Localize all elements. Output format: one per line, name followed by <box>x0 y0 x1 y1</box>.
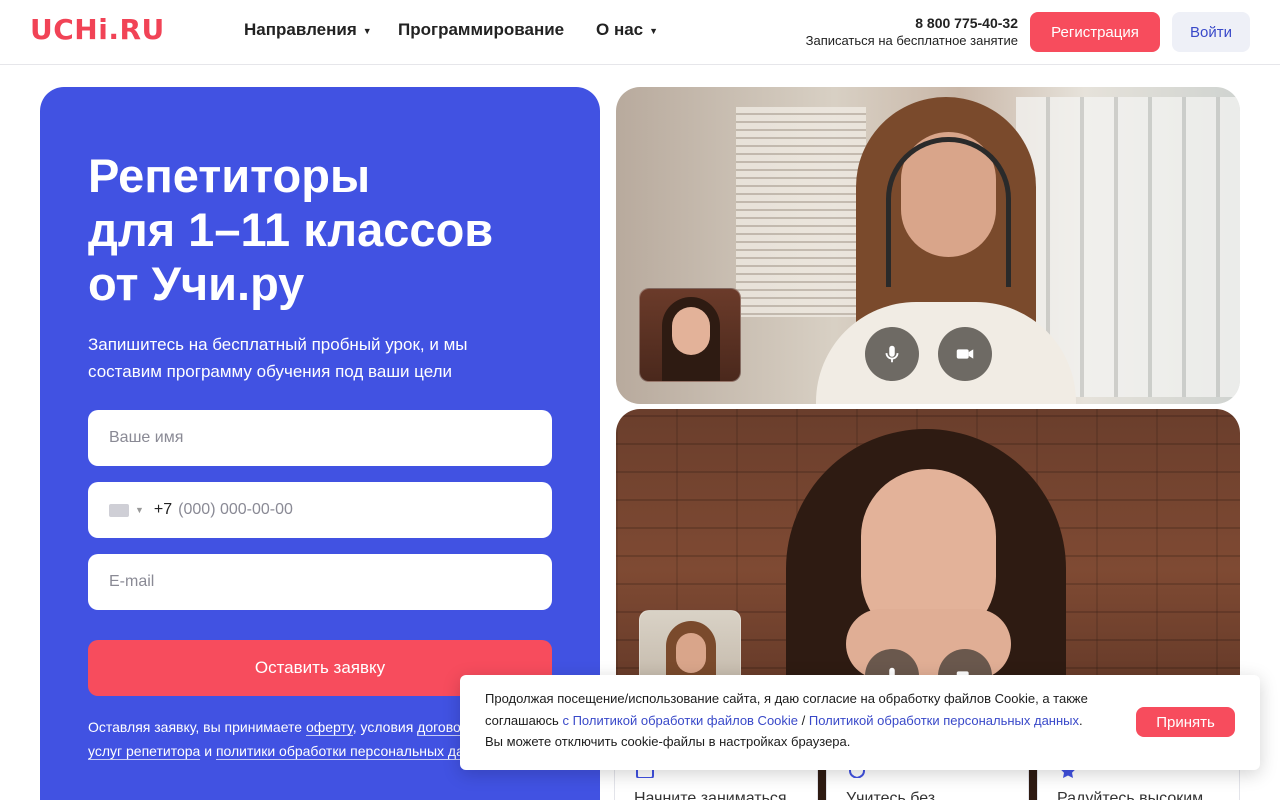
legal-text: Оставляя заявку, вы принимаете <box>88 719 306 735</box>
email-placeholder: E-mail <box>109 573 155 590</box>
cookie-banner: Продолжая посещение/использование сайта,… <box>460 675 1260 770</box>
legal-text: и <box>200 743 216 759</box>
legal-text: , условия <box>352 719 418 735</box>
phone-field[interactable]: ▼ +7 (000) 000-00-00 <box>88 482 552 538</box>
cookie-text-part: Вы можете отключить cookie-файлы в настр… <box>485 734 851 749</box>
nav-item-label: Направления <box>244 20 357 39</box>
cookie-policy-link[interactable]: с Политикой обработки файлов Cookie <box>562 713 798 728</box>
privacy-policy-link[interactable]: политики обработки персональных данных <box>215 743 497 760</box>
caret-down-icon: ▼ <box>362 26 372 36</box>
microphone-icon[interactable] <box>865 327 919 381</box>
phone-prefix: +7 <box>153 501 173 518</box>
site-header: UCHi.RU Направления ▼ Программирование О… <box>0 0 1280 65</box>
cookie-text: Продолжая посещение/использование сайта,… <box>485 688 1105 753</box>
personal-data-policy-link[interactable]: Политикой обработки персональных данных <box>809 713 1079 728</box>
accept-cookies-button[interactable]: Принять <box>1136 707 1235 737</box>
nav-item-directions[interactable]: Направления ▼ <box>244 20 372 40</box>
tutor-video-photo <box>616 87 1240 404</box>
login-button[interactable]: Войти <box>1172 12 1250 52</box>
name-placeholder: Ваше имя <box>109 429 184 446</box>
name-field[interactable]: Ваше имя <box>88 410 552 466</box>
cookie-separator: / <box>798 712 809 728</box>
register-button[interactable]: Регистрация <box>1030 12 1160 52</box>
hero-title-line: от Учи.ру <box>88 257 305 310</box>
phone-caption: Записаться на бесплатное занятие <box>805 33 1018 48</box>
caret-down-icon: ▼ <box>649 26 659 36</box>
phone-number[interactable]: 8 800 775-40-32 <box>806 15 1018 31</box>
country-flag-icon[interactable] <box>109 503 129 517</box>
cookie-text-part: . <box>1079 712 1083 728</box>
caret-down-icon[interactable]: ▼ <box>135 505 144 515</box>
offer-link[interactable]: оферту <box>305 719 353 736</box>
email-field[interactable]: E-mail <box>88 554 552 610</box>
feature-label: Учитесь без <box>846 790 936 800</box>
hero-title-line: Репетиторы <box>88 149 371 202</box>
video-camera-icon[interactable] <box>938 327 992 381</box>
feature-label: Начните заниматься <box>634 790 787 800</box>
contact-block: 8 800 775-40-32 Записаться на бесплатное… <box>806 15 1018 48</box>
nav-item-programming[interactable]: Программирование <box>398 20 564 40</box>
phone-placeholder: (000) 000-00-00 <box>178 501 293 518</box>
hero-title: Репетиторы для 1–11 классов от Учи.ру <box>88 149 568 311</box>
logo[interactable]: UCHi.RU <box>30 13 165 46</box>
nav-item-about[interactable]: О нас ▼ <box>596 20 658 40</box>
nav-item-label: Программирование <box>398 20 565 39</box>
feature-label: Радуйтесь высоким <box>1057 790 1204 800</box>
hero-title-line: для 1–11 классов <box>88 203 494 256</box>
hero-subtitle: Запишитесь на бесплатный пробный урок, и… <box>88 335 468 381</box>
nav-item-label: О нас <box>596 20 644 39</box>
student-pip-thumbnail <box>639 288 741 382</box>
